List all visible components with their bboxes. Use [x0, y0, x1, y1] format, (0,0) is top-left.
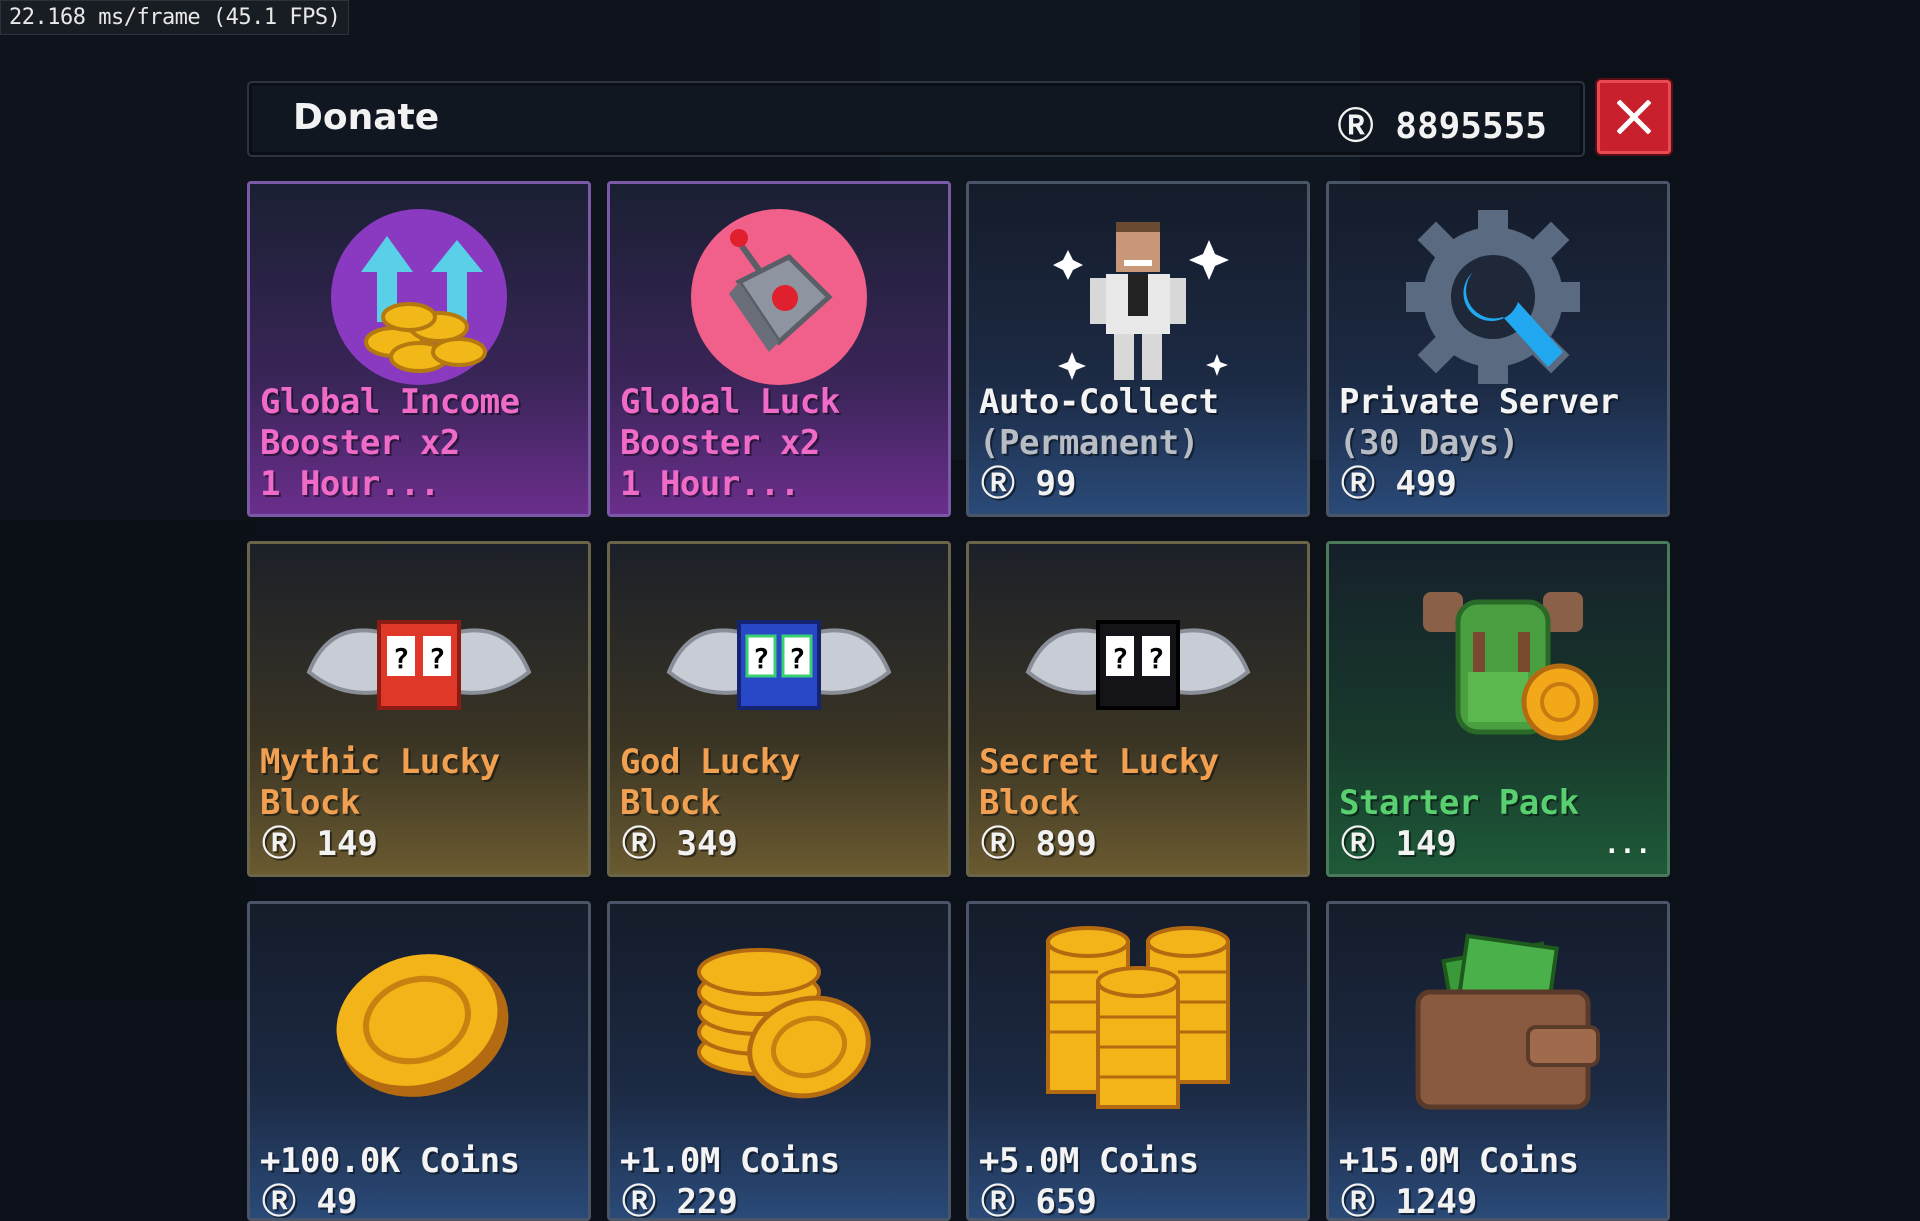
- item-title: +5.0M Coins: [979, 1141, 1199, 1181]
- private-server-gear-icon: [1406, 210, 1580, 384]
- shop-item-income-booster[interactable]: Global Income Booster x2 1 Hour...: [247, 181, 591, 517]
- item-price: Ⓡ 1249: [1341, 1182, 1478, 1221]
- svg-text:?: ?: [1112, 642, 1129, 675]
- item-title: God Lucky Block: [620, 742, 800, 823]
- fps-counter: 22.168 ms/frame (45.1 FPS): [0, 0, 350, 35]
- coin-piles-icon: [1046, 926, 1230, 1109]
- svg-text:?: ?: [789, 642, 806, 675]
- single-coin-icon: [336, 954, 509, 1097]
- shop-item-starter-pack[interactable]: Starter Pack Ⓡ 149 ...: [1326, 541, 1670, 877]
- wallet-cash-icon: [1415, 933, 1600, 1110]
- income-booster-icon: [331, 209, 507, 385]
- shop-item-coins-15m[interactable]: +15.0M Coins Ⓡ 1249: [1326, 901, 1670, 1221]
- shop-item-luck-booster[interactable]: Global Luck Booster x2 1 Hour...: [607, 181, 951, 517]
- item-price: Ⓡ 659: [981, 1182, 1097, 1221]
- more-ellipsis: ...: [1604, 830, 1651, 860]
- svg-text:?: ?: [393, 642, 410, 675]
- item-price: Ⓡ 149: [1341, 824, 1457, 864]
- item-subtitle: (Permanent): [979, 423, 1199, 463]
- item-price: Ⓡ 49: [262, 1182, 358, 1221]
- god-lucky-block-icon: ? ?: [666, 620, 892, 710]
- item-price: Ⓡ 899: [981, 824, 1097, 864]
- shop-header: Donate Ⓡ 8895555: [247, 81, 1585, 157]
- shop-item-private-server[interactable]: Private Server (30 Days) Ⓡ 499: [1326, 181, 1670, 517]
- shop-item-coins-100k[interactable]: +100.0K Coins Ⓡ 49: [247, 901, 591, 1221]
- item-price: Ⓡ 149: [262, 824, 378, 864]
- shop-item-auto-collect[interactable]: Auto-Collect (Permanent) Ⓡ 99: [966, 181, 1310, 517]
- shop-title: Donate: [293, 97, 440, 138]
- item-title: Starter Pack: [1339, 783, 1579, 823]
- item-title: Global Luck Booster x2 1 Hour...: [620, 382, 840, 504]
- secret-lucky-block-icon: ? ?: [1025, 620, 1251, 710]
- coin-stack-icon: [697, 948, 871, 1099]
- mythic-lucky-block-icon: ? ?: [306, 620, 532, 710]
- item-price: Ⓡ 229: [622, 1182, 738, 1221]
- currency-balance: Ⓡ 8895555: [1337, 106, 1547, 147]
- item-price: Ⓡ 349: [622, 824, 738, 864]
- item-title: Global Income Booster x2 1 Hour...: [260, 382, 520, 504]
- item-title: Secret Lucky Block: [979, 742, 1219, 823]
- shop-item-mythic-lucky-block[interactable]: ? ? Mythic Lucky Block Ⓡ 149: [247, 541, 591, 877]
- close-x-icon: [1617, 100, 1651, 134]
- shop-item-coins-1m[interactable]: +1.0M Coins Ⓡ 229: [607, 901, 951, 1221]
- close-button[interactable]: [1597, 80, 1671, 154]
- item-price: Ⓡ 99: [981, 464, 1077, 504]
- shop-item-coins-5m[interactable]: +5.0M Coins Ⓡ 659: [966, 901, 1310, 1221]
- starter-pack-backpack-icon: [1423, 592, 1599, 741]
- item-subtitle: (30 Days): [1339, 423, 1519, 463]
- item-title: +1.0M Coins: [620, 1141, 840, 1181]
- item-title: Private Server: [1339, 382, 1619, 422]
- luck-booster-icon: [691, 209, 867, 385]
- shop-item-secret-lucky-block[interactable]: ? ? Secret Lucky Block Ⓡ 899: [966, 541, 1310, 877]
- item-price: Ⓡ 499: [1341, 464, 1457, 504]
- item-title: Auto-Collect: [979, 382, 1219, 422]
- shop-item-god-lucky-block[interactable]: ? ? God Lucky Block Ⓡ 349: [607, 541, 951, 877]
- background-panel: [0, 520, 250, 1000]
- item-title: Mythic Lucky Block: [260, 742, 500, 823]
- svg-text:?: ?: [753, 642, 770, 675]
- item-title: +15.0M Coins: [1339, 1141, 1579, 1181]
- auto-collect-character-icon: [1053, 222, 1229, 380]
- svg-text:?: ?: [1148, 642, 1165, 675]
- item-title: +100.0K Coins: [260, 1141, 520, 1181]
- svg-text:?: ?: [429, 642, 446, 675]
